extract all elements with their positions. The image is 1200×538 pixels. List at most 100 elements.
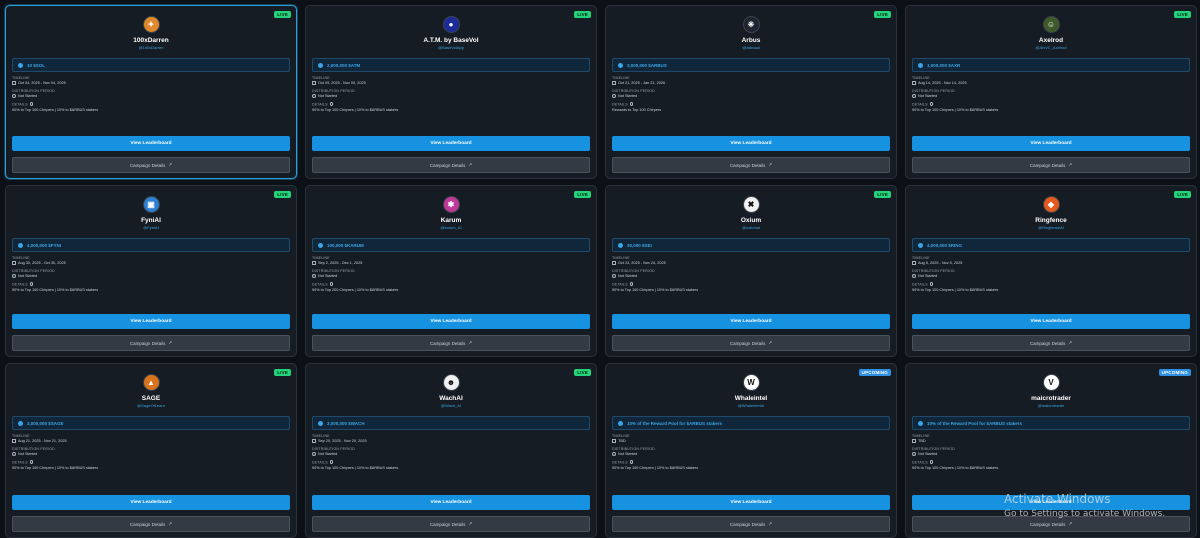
campaign-card[interactable]: LIVE ❈ Arbus @arbusai 3,000,000 $ARBUS T… xyxy=(605,5,897,179)
info-icon[interactable] xyxy=(29,102,34,106)
info-icon[interactable] xyxy=(929,102,934,106)
info-icon[interactable] xyxy=(629,282,634,286)
campaign-details-button[interactable]: Campaign Details ↗ xyxy=(12,335,290,351)
details-label: DETAILS xyxy=(312,460,590,465)
coin-icon xyxy=(918,62,923,68)
details-value: 90% to Top 100 Chirpers | 10% to $ARBUS … xyxy=(12,465,99,470)
view-leaderboard-button[interactable]: View Leaderboard xyxy=(612,314,890,329)
campaign-details-label: Campaign Details xyxy=(1029,521,1066,527)
project-name: A.T.M. by BaseVol xyxy=(423,37,479,44)
project-name: FyniAI xyxy=(141,217,161,224)
reward-amount: 100,000 $KARUM xyxy=(327,242,364,248)
campaign-details-button[interactable]: Campaign Details ↗ xyxy=(12,157,290,173)
info-icon[interactable] xyxy=(329,460,334,464)
info-icon[interactable] xyxy=(929,460,934,464)
project-handle[interactable]: @Wach_AI xyxy=(312,403,590,408)
campaign-details-button[interactable]: Campaign Details ↗ xyxy=(312,157,590,173)
project-handle[interactable]: @SageOfLearn xyxy=(12,403,290,408)
distribution-value: Not Started xyxy=(12,452,290,456)
external-link-icon: ↗ xyxy=(468,340,473,345)
info-icon[interactable] xyxy=(629,102,634,106)
project-name: Oxium xyxy=(740,217,762,224)
reward-pool: 1,000,000 $AXR xyxy=(912,58,1190,72)
distribution-status: Not Started xyxy=(618,274,638,278)
campaign-card[interactable]: LIVE ✦ 100xDarren @100xDarren 10 $SOL TI… xyxy=(5,5,297,179)
distribution-status: Not Started xyxy=(918,94,938,98)
campaign-details-button[interactable]: Campaign Details ↗ xyxy=(612,335,890,351)
project-handle[interactable]: @FyniAI xyxy=(12,225,290,230)
view-leaderboard-button[interactable]: View Leaderboard xyxy=(612,495,890,510)
project-name: Karum xyxy=(440,217,462,224)
campaign-details-label: Campaign Details xyxy=(1029,340,1066,346)
project-handle[interactable]: @WhaleintelAI xyxy=(612,403,890,408)
details-value: 90% to Top 100 Chirpers | 10% to $ARBUS … xyxy=(312,107,399,112)
card-actions: View Leaderboard Campaign Details ↗ xyxy=(12,495,290,532)
campaign-details-button[interactable]: Campaign Details ↗ xyxy=(612,157,890,173)
timeline-dates: Oct 09, 2025 - Nov 09, 2025 xyxy=(318,81,366,85)
campaign-grid: LIVE ✦ 100xDarren @100xDarren 10 $SOL TI… xyxy=(5,5,1197,538)
info-icon[interactable] xyxy=(629,460,634,464)
campaign-details-label: Campaign Details xyxy=(1029,162,1066,168)
campaign-card[interactable]: LIVE ✖ Oxium @oxiumai 30,000 $SEI TIMELI… xyxy=(605,185,897,357)
view-leaderboard-button[interactable]: View Leaderboard xyxy=(912,314,1190,329)
campaign-details-button[interactable]: Campaign Details ↗ xyxy=(912,157,1190,173)
timeline-label: TIMELINE xyxy=(912,434,930,438)
timeline-dates: Aug 5, 2025 - Nov 5, 2025 xyxy=(918,261,963,265)
project-handle[interactable]: @AIxVC_Axelrod xyxy=(912,45,1190,50)
details-label-text: DETAILS xyxy=(912,460,928,465)
info-icon[interactable] xyxy=(29,282,34,286)
campaign-card[interactable]: LIVE ▲ SAGE @SageOfLearn 3,000,000 $SAGE… xyxy=(5,363,297,538)
view-leaderboard-button[interactable]: View Leaderboard xyxy=(12,495,290,510)
campaign-details-label: Campaign Details xyxy=(429,162,466,168)
project-handle[interactable]: @maicrotrader xyxy=(912,403,1190,408)
info-icon[interactable] xyxy=(329,282,334,286)
distribution-value: Not Started xyxy=(912,452,1190,456)
project-name: 100xDarren xyxy=(133,37,169,44)
external-link-icon: ↗ xyxy=(1068,162,1073,167)
project-name: Ringfence xyxy=(1035,217,1067,224)
campaign-card[interactable]: LIVE ▣ FyniAI @FyniAI 4,000,000 $FYNI TI… xyxy=(5,185,297,357)
view-leaderboard-button[interactable]: View Leaderboard xyxy=(312,136,590,151)
wach-character-icon: ☻ xyxy=(442,374,460,391)
project-handle[interactable]: @RingfenceAI xyxy=(912,225,1190,230)
view-leaderboard-button[interactable]: View Leaderboard xyxy=(912,136,1190,151)
campaign-card[interactable]: UPCOMING W Whaleintel @WhaleintelAI 10% … xyxy=(605,363,897,538)
campaign-card[interactable]: LIVE ◆ Ringfence @RingfenceAI 4,000,000 … xyxy=(905,185,1197,357)
view-leaderboard-button[interactable]: View Leaderboard xyxy=(12,136,290,151)
campaign-card[interactable]: LIVE ● A.T.M. by BaseVol @BaseVolApp 2,0… xyxy=(305,5,597,179)
campaign-details-button[interactable]: Campaign Details ↗ xyxy=(312,335,590,351)
status-badge: LIVE xyxy=(274,191,291,198)
campaign-card[interactable]: LIVE ✱ Karum @karum_AI 100,000 $KARUM TI… xyxy=(305,185,597,357)
timeline-dates: TBD xyxy=(618,439,626,443)
external-link-icon: ↗ xyxy=(168,340,173,345)
view-leaderboard-button[interactable]: View Leaderboard xyxy=(612,136,890,151)
info-icon[interactable] xyxy=(329,102,334,106)
project-handle[interactable]: @BaseVolApp xyxy=(312,45,590,50)
campaign-details-button[interactable]: Campaign Details ↗ xyxy=(912,335,1190,351)
project-handle[interactable]: @karum_AI xyxy=(312,225,590,230)
info-icon[interactable] xyxy=(929,282,934,286)
details-label-text: DETAILS xyxy=(912,282,928,287)
campaign-details-button[interactable]: Campaign Details ↗ xyxy=(312,516,590,532)
campaign-card[interactable]: LIVE ☺ Axelrod @AIxVC_Axelrod 1,000,000 … xyxy=(905,5,1197,179)
project-handle[interactable]: @oxiumai xyxy=(612,225,890,230)
timeline-value: Sep 20, 2025 - Nov 20, 2025 xyxy=(312,439,590,443)
reward-pool: 100,000 $KARUM xyxy=(312,238,590,252)
timeline-label: TIMELINE xyxy=(12,434,30,438)
project-handle[interactable]: @arbusai xyxy=(612,45,890,50)
clock-icon xyxy=(612,94,616,98)
details-label-text: DETAILS xyxy=(612,102,628,107)
external-link-icon: ↗ xyxy=(1068,521,1073,526)
details-value: 90% to Top 100 Chirpers | 10% to $ARBUS … xyxy=(312,465,399,470)
view-leaderboard-button[interactable]: View Leaderboard xyxy=(312,314,590,329)
card-actions: View Leaderboard Campaign Details ↗ xyxy=(312,314,590,351)
view-leaderboard-button[interactable]: View Leaderboard xyxy=(312,495,590,510)
clock-icon xyxy=(312,94,316,98)
campaign-details-button[interactable]: Campaign Details ↗ xyxy=(612,516,890,532)
info-icon[interactable] xyxy=(29,460,34,464)
view-leaderboard-button[interactable]: View Leaderboard xyxy=(12,314,290,329)
project-handle[interactable]: @100xDarren xyxy=(12,45,290,50)
timeline-label: TIMELINE xyxy=(612,256,630,260)
campaign-card[interactable]: LIVE ☻ WachAI @Wach_AI 3,000,000 $WACH T… xyxy=(305,363,597,538)
campaign-details-button[interactable]: Campaign Details ↗ xyxy=(12,516,290,532)
